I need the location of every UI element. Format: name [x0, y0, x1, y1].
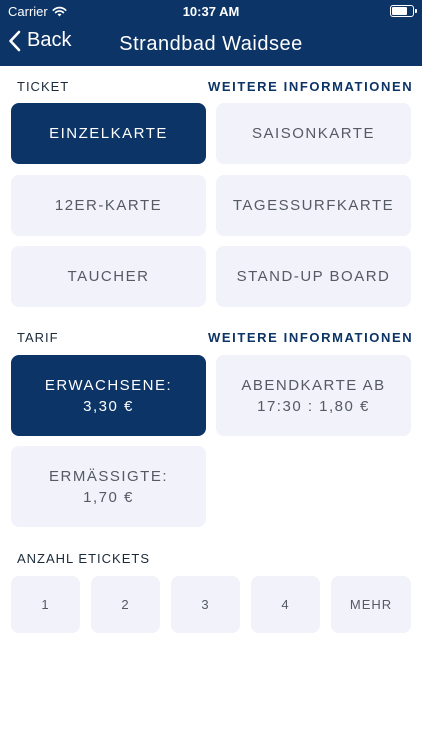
ticket-option-label: STAND-UP BOARD [236, 268, 391, 285]
ticket-count-1[interactable]: 1 [11, 576, 80, 633]
header: Carrier 10:37 AM Back Strandbad Waidsee [0, 0, 422, 66]
ticket-option-tagessurfkarte[interactable]: TAGESSURFKARTE [216, 175, 411, 236]
ticket-count-more[interactable]: MEHR [331, 576, 411, 633]
ticket-option-label: SAISONKARTE [252, 125, 375, 142]
ticket-option-taucher[interactable]: TAUCHER [11, 246, 206, 307]
ticket-option-label: TAUCHER [67, 268, 150, 285]
tarif-option-price: 17:30 : 1,80 € [257, 397, 370, 415]
tarif-option-name: ERMÄSSIGTE: [48, 467, 169, 485]
status-bar: Carrier 10:37 AM [0, 0, 422, 22]
tarif-option-price: 1,70 € [83, 488, 134, 506]
tarif-option-price: 3,30 € [83, 397, 134, 415]
tarif-option-erwachsene[interactable]: ERWACHSENE: 3,30 € [11, 355, 206, 436]
page-title: Strandbad Waidsee [119, 33, 303, 55]
tarif-info-link[interactable]: WEITERE INFORMATIONEN [208, 330, 413, 345]
ticket-count-3[interactable]: 3 [171, 576, 240, 633]
tarif-option-ermaessigte[interactable]: ERMÄSSIGTE: 1,70 € [11, 446, 206, 527]
tarif-option-name: ABENDKARTE AB [241, 376, 386, 394]
tarif-section-label: TARIF [17, 330, 59, 345]
nav-bar: Back Strandbad Waidsee [0, 22, 422, 66]
status-time: 10:37 AM [182, 4, 240, 19]
battery-icon [390, 5, 417, 17]
ticket-count-2[interactable]: 2 [91, 576, 160, 633]
ticket-section-label: TICKET [17, 79, 70, 94]
tarif-option-abendkarte[interactable]: ABENDKARTE AB 17:30 : 1,80 € [216, 355, 411, 436]
ticket-option-12er-karte[interactable]: 12ER-KARTE [11, 175, 206, 236]
ticket-option-label: EINZELKARTE [49, 125, 168, 142]
ticket-count-4[interactable]: 4 [251, 576, 320, 633]
ticket-option-stand-up-board[interactable]: STAND-UP BOARD [216, 246, 411, 307]
count-section-label: ANZAHL ETICKETS [17, 551, 150, 566]
ticket-option-label: TAGESSURFKARTE [232, 197, 395, 214]
ticket-option-einzelkarte[interactable]: EINZELKARTE [11, 103, 206, 164]
ticket-option-label: 12ER-KARTE [54, 197, 163, 214]
ticket-option-saisonkarte[interactable]: SAISONKARTE [216, 103, 411, 164]
tarif-option-name: ERWACHSENE: [44, 376, 173, 394]
ticket-info-link[interactable]: WEITERE INFORMATIONEN [208, 79, 413, 94]
